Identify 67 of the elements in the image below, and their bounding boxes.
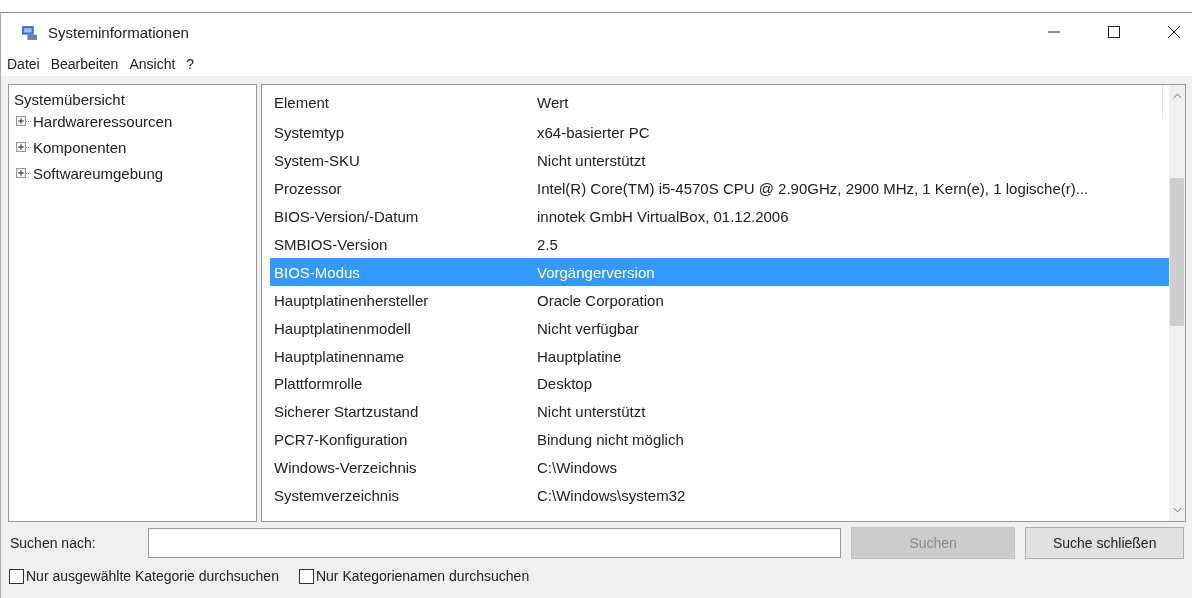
table-cell-text: Windows-Verzeichnis (273, 459, 418, 477)
table-row[interactable]: Systemverzeichnis C:\Windows\system32 (270, 481, 1169, 510)
window-title: Systeminformationen (48, 23, 189, 41)
table-row[interactable]: Hauptplatinenhersteller Oracle Corporation (270, 286, 1169, 315)
table-row[interactable]: System-SKU Nicht unterstützt (270, 146, 1169, 175)
table-row[interactable]: Systemtyp x64-basierter PC (270, 119, 1169, 147)
table-cell: C:\Windows (537, 459, 618, 477)
table-row[interactable]: Plattformrolle Desktop (270, 370, 1169, 398)
table-cell: Bindung nicht möglich (537, 431, 684, 449)
table-cell: Hauptplatine (537, 347, 622, 365)
table-cell-text: System-SKU (273, 152, 361, 170)
column-header[interactable]: Wert (537, 93, 569, 111)
table-row[interactable]: Hauptplatinenmodell Nicht verfügbar (270, 314, 1169, 343)
checkbox-label[interactable]: Nur Kategorienamen durchsuchen (315, 568, 530, 584)
table-row[interactable]: SMBIOS-Version 2.5 (270, 230, 1169, 259)
close-search-button[interactable]: Suche schließen (1025, 527, 1184, 559)
table-cell-text: Sicherer Startzustand (273, 403, 420, 421)
table-row[interactable]: BIOS-Version/-Datum innotek GmbH VirtualBox, 01.12.2006 (270, 202, 1169, 231)
column-header[interactable]: Element (270, 93, 537, 111)
table-row[interactable]: PCR7-Konfiguration Bindung nicht möglich (270, 425, 1169, 454)
scrollbar-thumb[interactable] (1170, 178, 1184, 326)
expand-icon[interactable] (16, 116, 26, 126)
table-cell: innotek GmbH VirtualBox, 01.12.2006 (537, 208, 789, 226)
menu-item[interactable]: Ansicht (129, 55, 176, 72)
menu-item[interactable]: ? (186, 55, 195, 72)
table-cell: x64-basierter PC (537, 124, 650, 142)
computer-icon (21, 23, 38, 41)
scrollbar[interactable] (1169, 85, 1185, 521)
checkbox[interactable] (9, 568, 24, 584)
menu-item[interactable]: Datei (7, 55, 40, 72)
table-cell-text: SMBIOS-Version (273, 236, 389, 253)
tree-item[interactable]: Komponenten (33, 138, 127, 156)
expand-icon[interactable] (16, 142, 26, 152)
table-row[interactable]: Prozessor Intel(R) Core(TM) i5-4570S CPU @ 2.90GHz, 2900 MHz, 1 Kern(e), 1 logische(r)... (270, 174, 1169, 203)
scroll-down-icon[interactable] (1172, 507, 1182, 513)
tree-item[interactable]: Softwareumgebung (33, 164, 164, 182)
table-row[interactable]: Sicherer Startzustand Nicht unterstützt (270, 397, 1169, 426)
checkbox-label[interactable]: Nur ausgewählte Kategorie durchsuchen (26, 568, 279, 584)
table-cell: Intel(R) Core(TM) i5-4570S CPU @ 2.90GHz, 2900 MHz, 1 Kern(e), 1 logische(r)... (537, 180, 1089, 198)
table-cell: Oracle Corporation (537, 291, 664, 309)
table-cell: Nicht verfügbar (537, 319, 639, 337)
expand-icon[interactable] (16, 168, 26, 178)
table-cell-text: BIOS-Version/-Datum (273, 208, 420, 226)
search-label: Suchen nach: (10, 535, 97, 551)
table-cell: Desktop (537, 375, 593, 393)
scroll-up-icon[interactable] (1172, 93, 1182, 99)
table-row[interactable]: Windows-Verzeichnis C:\Windows (270, 453, 1169, 482)
table-row[interactable]: Hauptplatinenname Hauptplatine (270, 342, 1169, 370)
table-cell: Nicht unterstützt (537, 152, 646, 170)
table-cell-text: Hauptplatinenmodell (273, 319, 412, 337)
checkbox[interactable] (298, 568, 314, 584)
table-cell-text: Hauptplatinenname (273, 347, 406, 365)
table-cell-text: Hauptplatinenhersteller (273, 291, 430, 309)
table-cell: 2.5 (537, 236, 558, 253)
table-cell-text: Plattformrolle (273, 375, 364, 393)
tree-item[interactable]: Systemübersicht (12, 91, 127, 108)
table-cell: Vorgängerversion (537, 263, 655, 281)
table-cell-text: Systemverzeichnis (273, 487, 401, 504)
table-cell: Nicht unterstützt (537, 403, 646, 421)
table-cell: C:\Windows\system32 (537, 487, 686, 504)
table-cell-text: Prozessor (273, 180, 343, 198)
search-field[interactable] (147, 528, 841, 558)
table-cell-text: Systemtyp (273, 124, 346, 142)
table-cell-text: PCR7-Konfiguration (273, 431, 409, 449)
tree-item[interactable]: Hardwareressourcen (33, 112, 173, 130)
menu-item[interactable]: Bearbeiten (50, 55, 119, 72)
table-cell-text: BIOS-Modus (273, 263, 361, 281)
